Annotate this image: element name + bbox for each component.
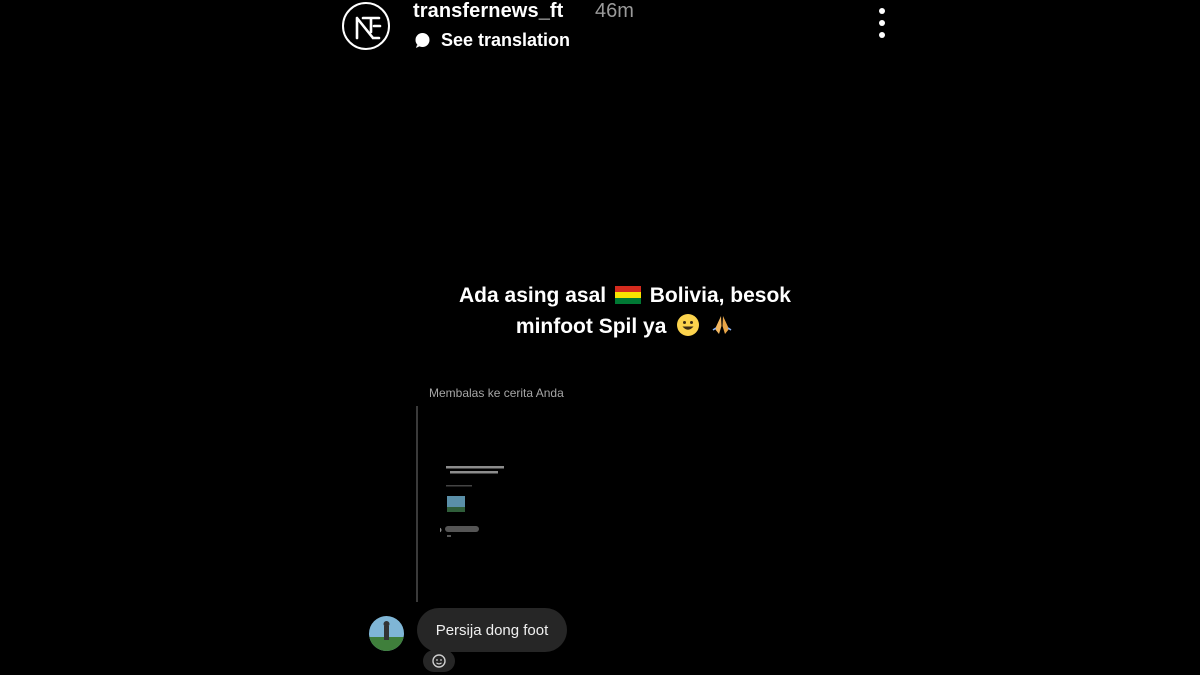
speech-bubble-icon bbox=[415, 32, 430, 48]
caption-text-end: Bolivia, besok bbox=[649, 284, 791, 307]
folded-hands-icon bbox=[712, 316, 732, 334]
more-dot bbox=[879, 32, 885, 38]
more-options-button[interactable] bbox=[874, 8, 890, 38]
more-dot bbox=[879, 20, 885, 26]
sender-avatar[interactable] bbox=[369, 616, 404, 651]
sender-avatar-image bbox=[369, 616, 404, 651]
add-reaction-button[interactable] bbox=[423, 650, 455, 672]
story-header: transfernews_ft 46m See translation bbox=[342, 0, 902, 60]
story-preview-thumbnail[interactable] bbox=[440, 460, 540, 550]
tnft-logo-icon bbox=[355, 16, 382, 40]
account-avatar[interactable] bbox=[342, 2, 390, 50]
story-caption: Ada asing asal Bolivia, besok minfoot Sp… bbox=[400, 280, 850, 342]
message-text: Persija dong foot bbox=[435, 621, 549, 639]
account-username[interactable]: transfernews_ft bbox=[413, 0, 563, 23]
more-vertical-icon bbox=[879, 8, 885, 14]
caption-text-line2: minfoot Spil ya bbox=[515, 315, 667, 338]
reply-quote-bar bbox=[416, 406, 418, 602]
bolivia-flag-icon bbox=[614, 286, 641, 304]
caption-text-start: Ada asing asal bbox=[459, 284, 607, 307]
message-bubble[interactable]: Persija dong foot bbox=[417, 608, 567, 652]
add-reaction-icon bbox=[432, 654, 446, 668]
post-time: 46m bbox=[595, 0, 634, 22]
grinning-face-icon bbox=[677, 314, 700, 336]
see-translation-button[interactable]: See translation bbox=[414, 30, 570, 50]
see-translation-label: See translation bbox=[441, 29, 571, 50]
reply-context-label: Membalas ke cerita Anda bbox=[429, 386, 564, 400]
